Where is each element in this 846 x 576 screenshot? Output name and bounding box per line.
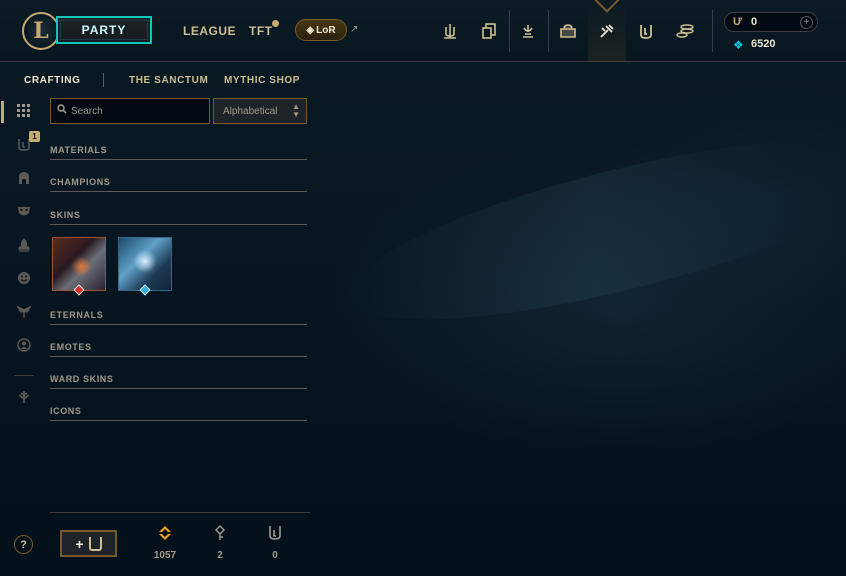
profile-icon[interactable] [509,0,547,62]
section-skins-label: SKINS [50,210,81,220]
blue-essence-value: 6520 [751,38,776,50]
party-button[interactable]: PARTY [56,16,152,44]
skin-shard-tile[interactable] [52,237,106,291]
section-ward-skins-label: WARD SKINS [50,374,114,384]
section-materials-label: MATERIALS [50,145,108,155]
rail-skin-mask-icon[interactable] [12,199,36,223]
rail-active-indicator [1,101,4,123]
help-button[interactable]: ? [14,535,33,554]
section-emotes-label: EMOTES [50,342,92,352]
crafting-icon[interactable] [588,0,626,62]
subtabs: CRAFTING THE SANCTUM MYTHIC SHOP [0,64,846,94]
party-button-label: PARTY [81,23,127,37]
rail-champion-helmet-icon[interactable] [12,166,36,190]
footer-divider [50,512,310,513]
chest-count-badge: 1 [29,131,40,142]
search-icon [57,104,67,117]
section-icons-label: ICONS [50,406,82,416]
section-icons[interactable]: ICONS [50,403,307,421]
section-emotes[interactable]: EMOTES [50,339,307,357]
blue-essence-icon: ❖ [733,38,744,52]
coins-icon[interactable] [666,0,704,62]
section-eternals[interactable]: ETERNALS [50,307,307,325]
chest-icon [88,536,102,551]
section-champions-label: CHAMPIONS [50,177,111,187]
skin-shard-tile[interactable] [118,237,172,291]
section-materials[interactable]: MATERIALS [50,142,307,160]
search-input[interactable] [71,103,205,120]
tft-notification-dot [272,20,279,27]
orange-essence-counter: 1057 [145,525,185,561]
lor-label: LoR [316,24,336,36]
nav-divider [712,10,713,52]
loot-icon[interactable] [627,0,665,62]
tab-the-sanctum[interactable]: THE SANCTUM [129,75,208,86]
riot-points-icon: Ư [733,16,743,28]
rail-tft-icon[interactable] [12,385,36,409]
search-field[interactable] [50,98,210,124]
chest-value: 0 [272,550,278,561]
riot-points-wallet: Ư 0 + [724,12,818,32]
tab-crafting[interactable]: CRAFTING [24,75,80,86]
add-loot-button[interactable]: + [60,530,117,557]
buy-rp-button[interactable]: + [800,16,813,29]
orange-essence-icon [145,525,185,545]
key-value: 2 [217,550,223,561]
rail-ward-icon[interactable] [12,300,36,324]
store-icon[interactable] [549,0,587,62]
rail-all-grid-icon[interactable] [12,99,36,123]
orange-essence-value: 1057 [153,550,177,561]
section-champions[interactable]: CHAMPIONS [50,174,307,192]
rail-divider [14,375,34,376]
subtab-divider [103,73,104,87]
collection-icon[interactable] [470,0,508,62]
rail-summoner-icon[interactable] [12,333,36,357]
sort-dropdown[interactable]: Alphabetical ▲ ▼ [213,98,307,124]
league-logo-icon[interactable]: L [22,12,60,50]
lor-logo-icon: ◈ [306,24,315,36]
rail-emote-icon[interactable] [12,266,36,290]
section-eternals-label: ETERNALS [50,310,104,320]
add-loot-button-label: + [75,535,84,552]
external-link-icon: ↗ [350,24,359,35]
sort-chevron-icon: ▲ ▼ [292,102,300,119]
sort-dropdown-value: Alphabetical [223,106,278,117]
key-counter: 2 [200,525,240,561]
chest-counter: 0 [255,525,295,561]
riot-points-value: 0 [751,16,758,28]
chest-icon [255,525,295,545]
nav-lor-button[interactable]: ◈ LoR [295,19,347,41]
nav-tft-link[interactable]: TFT [249,24,273,38]
section-ward-skins[interactable]: WARD SKINS [50,371,307,389]
top-navigation: L PARTY LEAGUE TFT ◈ LoR ↗ Ư 0 + ❖ 6520 [0,0,846,62]
nav-league-link[interactable]: LEAGUE [183,24,236,38]
section-skins[interactable]: SKINS [50,207,307,225]
trophy-icon[interactable] [431,0,469,62]
tab-mythic-shop[interactable]: MYTHIC SHOP [224,75,300,86]
key-icon [200,525,240,545]
rail-eternals-flame-icon[interactable] [12,233,36,257]
